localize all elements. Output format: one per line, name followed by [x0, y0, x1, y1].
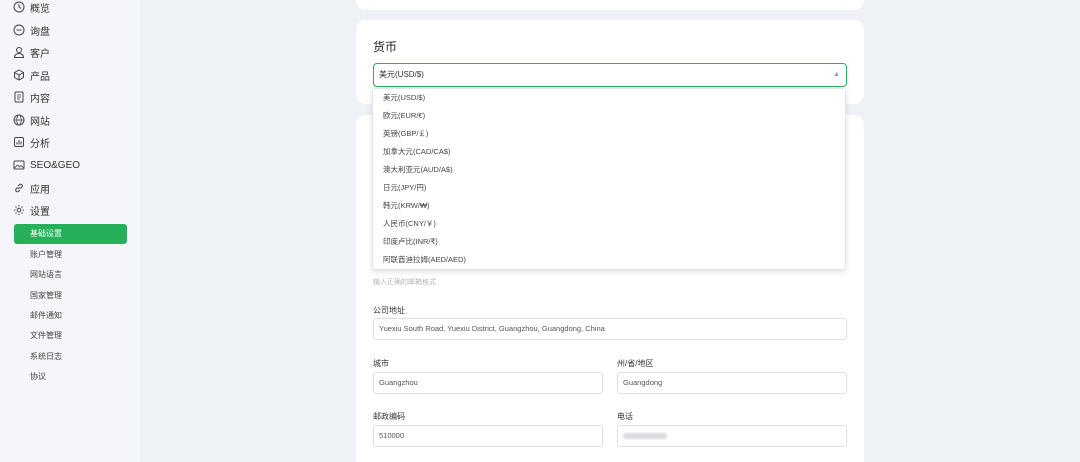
- currency-option[interactable]: 阿联酋迪拉姆(AED/AED): [383, 253, 466, 267]
- link-icon: [15, 183, 23, 193]
- sidebar-item-label: 产品: [30, 71, 50, 83]
- sidebar-item-analytics[interactable]: 分析: [13, 132, 50, 152]
- analytics-icon: [14, 137, 24, 147]
- currency-selected-value: 美元(USD/$): [379, 70, 424, 79]
- sidebar-item-label: 网站: [30, 116, 50, 128]
- state-label: 州/省/地区: [617, 359, 654, 368]
- sidebar-item-label: 客户: [30, 48, 50, 60]
- sub-item-country-management[interactable]: 国家管理: [30, 289, 62, 303]
- city-field[interactable]: Guangzhou: [373, 372, 603, 394]
- currency-option[interactable]: 澳大利亚元(AUD/A$): [383, 163, 453, 177]
- currency-option[interactable]: 印度卢比(INR/₹): [383, 235, 438, 249]
- phone-value-redacted: [623, 433, 667, 440]
- sidebar-item-products[interactable]: 产品: [13, 65, 50, 85]
- address-label: 公司地址: [373, 306, 405, 315]
- currency-dropdown: 美元(USD/$) 欧元(EUR/€) 英镑(GBP/￡) 加拿大元(CAD/C…: [372, 88, 846, 270]
- zip-field[interactable]: 510000: [373, 425, 603, 447]
- sidebar-item-label: 应用: [30, 184, 50, 196]
- sub-item-basic-settings[interactable]: 基础设置: [14, 224, 127, 244]
- currency-section-title: 货币: [373, 40, 398, 54]
- sub-item-agreement[interactable]: 协议: [30, 370, 46, 384]
- box-icon: [14, 69, 24, 81]
- zip-value: 510000: [379, 431, 405, 440]
- sub-item-file-management[interactable]: 文件管理: [30, 329, 62, 343]
- sub-item-site-language[interactable]: 网站语言: [30, 268, 62, 282]
- currency-option[interactable]: 美元(USD/$): [383, 91, 425, 105]
- chat-icon: [13, 24, 25, 36]
- sidebar: 概览 询盘 客户 产品 内容 网站 分析 SEO&GEO 应用 设置 基础设置 …: [0, 0, 140, 462]
- address-value: Yuexiu South Road, Yuexiu District, Guan…: [379, 324, 605, 333]
- city-label: 城市: [373, 359, 389, 368]
- sidebar-item-apps[interactable]: 应用: [13, 178, 50, 198]
- email-format-hint: 输入正确的邮箱格式: [373, 279, 436, 286]
- city-value: Guangzhou: [379, 378, 418, 387]
- sidebar-item-content[interactable]: 内容: [13, 87, 50, 107]
- state-field[interactable]: Guangdong: [617, 372, 847, 394]
- sidebar-item-label: 内容: [30, 93, 50, 105]
- chevron-up-icon: ▲: [833, 71, 840, 78]
- document-icon: [14, 91, 24, 103]
- currency-option[interactable]: 韩元(KRW/₩): [383, 199, 430, 213]
- sub-item-account-management[interactable]: 账户管理: [30, 248, 62, 262]
- sidebar-item-customers[interactable]: 客户: [13, 42, 50, 62]
- currency-option[interactable]: 欧元(EUR/€): [383, 109, 425, 123]
- gear-icon: [14, 205, 24, 215]
- clock-icon: [13, 1, 25, 13]
- sidebar-item-seo[interactable]: SEO&GEO: [13, 155, 80, 175]
- sidebar-item-label: 设置: [30, 206, 50, 218]
- address-field[interactable]: Yuexiu South Road, Yuexiu District, Guan…: [373, 318, 847, 340]
- sidebar-item-settings[interactable]: 设置: [13, 200, 50, 220]
- phone-label: 电话: [617, 412, 633, 421]
- currency-option[interactable]: 日元(JPY/円): [383, 181, 426, 195]
- currency-option[interactable]: 加拿大元(CAD/CA$): [383, 145, 451, 159]
- sidebar-item-overview[interactable]: 概览: [13, 0, 50, 17]
- sidebar-item-label: 询盘: [30, 26, 50, 38]
- currency-option[interactable]: 人民币(CNY/￥): [383, 217, 436, 231]
- previous-section-card: [356, 0, 864, 10]
- zip-label: 邮政编码: [373, 412, 405, 421]
- sidebar-item-website[interactable]: 网站: [13, 110, 50, 130]
- globe-icon: [13, 114, 25, 126]
- phone-field[interactable]: [617, 425, 847, 447]
- sub-item-email-notification[interactable]: 邮件通知: [30, 309, 62, 323]
- state-value: Guangdong: [623, 378, 663, 387]
- currency-select[interactable]: 美元(USD/$) ▲: [373, 63, 847, 87]
- user-icon: [13, 47, 25, 58]
- sidebar-item-label: 概览: [30, 3, 50, 15]
- currency-option[interactable]: 英镑(GBP/￡): [383, 127, 428, 141]
- sidebar-item-label: 分析: [30, 138, 50, 150]
- sub-item-system-log[interactable]: 系统日志: [30, 350, 62, 364]
- sidebar-item-label: SEO&GEO: [30, 159, 81, 171]
- image-icon: [13, 160, 25, 170]
- sidebar-item-inquiry[interactable]: 询盘: [13, 20, 50, 40]
